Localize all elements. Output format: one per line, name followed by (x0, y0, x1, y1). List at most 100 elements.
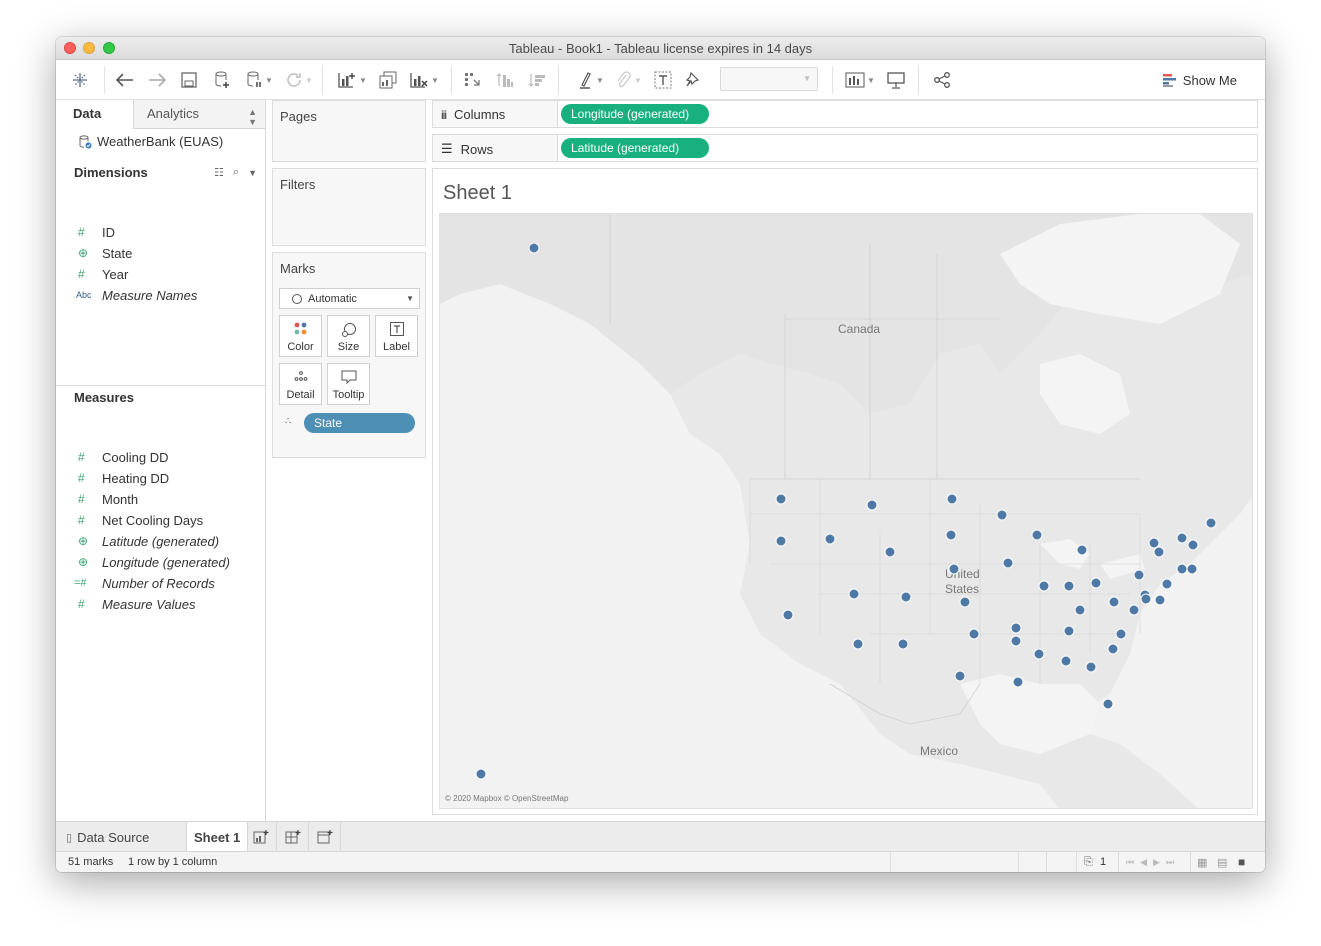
sheet-navigator-icon[interactable]: ⎘ (1084, 856, 1093, 869)
field-state[interactable]: ⊕ State (74, 243, 132, 263)
state-mark[interactable] (866, 499, 878, 511)
rows-drop-zone[interactable]: Latitude (generated) (557, 134, 1258, 162)
show-tabs-icon[interactable]: ■ (1238, 855, 1245, 869)
state-mark[interactable] (954, 670, 966, 682)
state-mark[interactable] (824, 533, 836, 545)
label-button[interactable]: Label (375, 315, 418, 357)
maximize-window-button[interactable] (103, 42, 115, 54)
chevron-down-icon[interactable]: ▼ (248, 166, 257, 179)
state-mark[interactable] (848, 588, 860, 600)
state-mark[interactable] (1076, 544, 1088, 556)
color-button[interactable]: Color (279, 315, 322, 357)
field-measure-names[interactable]: Abc Measure Names (74, 285, 197, 305)
sheet-navigation-arrows[interactable]: ⏮◀▶⏭ (1126, 857, 1180, 868)
state-mark[interactable] (1012, 676, 1024, 688)
field-latitude-generated[interactable]: ⊕ Latitude (generated) (74, 531, 219, 551)
pages-card[interactable]: Pages (272, 100, 426, 162)
state-mark[interactable] (852, 638, 864, 650)
presentation-mode-icon[interactable] (884, 67, 908, 93)
share-icon[interactable] (930, 67, 954, 93)
state-mark[interactable] (1002, 557, 1014, 569)
state-mark[interactable] (1107, 643, 1119, 655)
size-button[interactable]: Size (327, 315, 370, 357)
field-number-of-records[interactable]: =# Number of Records (74, 573, 215, 593)
state-mark[interactable] (996, 509, 1008, 521)
show-mark-labels-icon[interactable] (652, 67, 674, 93)
state-mark[interactable] (1153, 546, 1165, 558)
state-mark[interactable] (1128, 604, 1140, 616)
state-mark[interactable] (1010, 622, 1022, 634)
duplicate-sheet-icon[interactable] (376, 67, 400, 93)
state-mark[interactable] (775, 535, 787, 547)
field-measure-values[interactable]: # Measure Values (74, 594, 195, 614)
highlight-icon[interactable]: ▼ (574, 67, 608, 93)
map[interactable]: Canada United States Mexico © 2020 Mapbo… (439, 213, 1253, 809)
show-sheet-sorter-icon[interactable]: ▤ (1217, 856, 1227, 869)
state-mark[interactable] (900, 591, 912, 603)
data-source-item[interactable]: WeatherBank (EUAS) (78, 134, 223, 149)
new-worksheet-icon[interactable]: ▼ (334, 67, 370, 93)
state-mark[interactable] (1115, 628, 1127, 640)
field-heating-dd[interactable]: # Heating DD (74, 468, 169, 488)
state-mark[interactable] (1102, 698, 1114, 710)
new-dashboard-icon[interactable] (277, 822, 309, 852)
state-mark[interactable] (945, 529, 957, 541)
field-net-cooling-days[interactable]: # Net Cooling Days (74, 510, 203, 530)
refresh-icon[interactable]: ▼ (282, 67, 316, 93)
state-mark[interactable] (1085, 661, 1097, 673)
field-cooling-dd[interactable]: # Cooling DD (74, 447, 168, 467)
state-mark[interactable] (775, 493, 787, 505)
state-mark[interactable] (1108, 596, 1120, 608)
pause-updates-icon[interactable]: ▼ (242, 67, 276, 93)
state-mark[interactable] (1148, 537, 1160, 549)
close-window-button[interactable] (64, 42, 76, 54)
detail-button[interactable]: Detail (279, 363, 322, 405)
state-mark[interactable] (897, 638, 909, 650)
mark-type-dropdown[interactable]: Automatic ▼ (279, 288, 420, 309)
swap-rows-columns-icon[interactable] (462, 67, 484, 93)
sort-descending-icon[interactable] (526, 67, 548, 93)
tab-data-source[interactable]: ▯ Data Source (66, 822, 149, 852)
state-mark[interactable] (1187, 539, 1199, 551)
state-mark[interactable] (884, 546, 896, 558)
group-members-icon[interactable]: ▼ (612, 67, 646, 93)
new-worksheet-icon[interactable] (245, 822, 277, 852)
state-mark[interactable] (1205, 517, 1217, 529)
view-list-icon[interactable]: ☷ (214, 166, 224, 179)
field-id[interactable]: # ID (74, 222, 115, 242)
new-data-source-icon[interactable] (210, 67, 234, 93)
state-mark[interactable] (475, 768, 487, 780)
fit-dropdown[interactable]: ▼ (720, 67, 818, 91)
longitude-pill[interactable]: Longitude (generated) (561, 104, 709, 124)
state-mark[interactable] (1176, 563, 1188, 575)
new-story-icon[interactable] (309, 822, 341, 852)
show-filmstrip-icon[interactable]: ▦ (1197, 856, 1207, 869)
state-mark[interactable] (968, 628, 980, 640)
field-longitude-generated[interactable]: ⊕ Longitude (generated) (74, 552, 230, 572)
sort-ascending-icon[interactable] (494, 67, 516, 93)
state-mark[interactable] (1133, 569, 1145, 581)
state-mark[interactable] (1074, 604, 1086, 616)
field-year[interactable]: # Year (74, 264, 128, 284)
columns-drop-zone[interactable]: Longitude (generated) (557, 100, 1258, 128)
state-detail-pill[interactable]: State (304, 413, 415, 433)
state-mark[interactable] (1186, 563, 1198, 575)
field-month[interactable]: # Month (74, 489, 138, 509)
tab-analytics[interactable]: Analytics ▲ ▼ (135, 100, 265, 129)
state-mark[interactable] (1033, 648, 1045, 660)
tooltip-button[interactable]: Tooltip (327, 363, 370, 405)
undo-icon[interactable] (114, 67, 136, 93)
latitude-pill[interactable]: Latitude (generated) (561, 138, 709, 158)
state-mark[interactable] (528, 242, 540, 254)
tab-sheet-1[interactable]: Sheet 1 (186, 822, 249, 852)
state-mark[interactable] (959, 596, 971, 608)
state-mark[interactable] (1090, 577, 1102, 589)
pane-divider[interactable] (56, 385, 265, 386)
state-mark[interactable] (1031, 529, 1043, 541)
search-icon[interactable]: ⌕ (233, 166, 239, 179)
redo-icon[interactable] (146, 67, 168, 93)
state-mark[interactable] (1038, 580, 1050, 592)
show-me-button[interactable]: Show Me (1162, 70, 1237, 90)
tableau-logo-icon[interactable] (70, 67, 90, 93)
minimize-window-button[interactable] (83, 42, 95, 54)
